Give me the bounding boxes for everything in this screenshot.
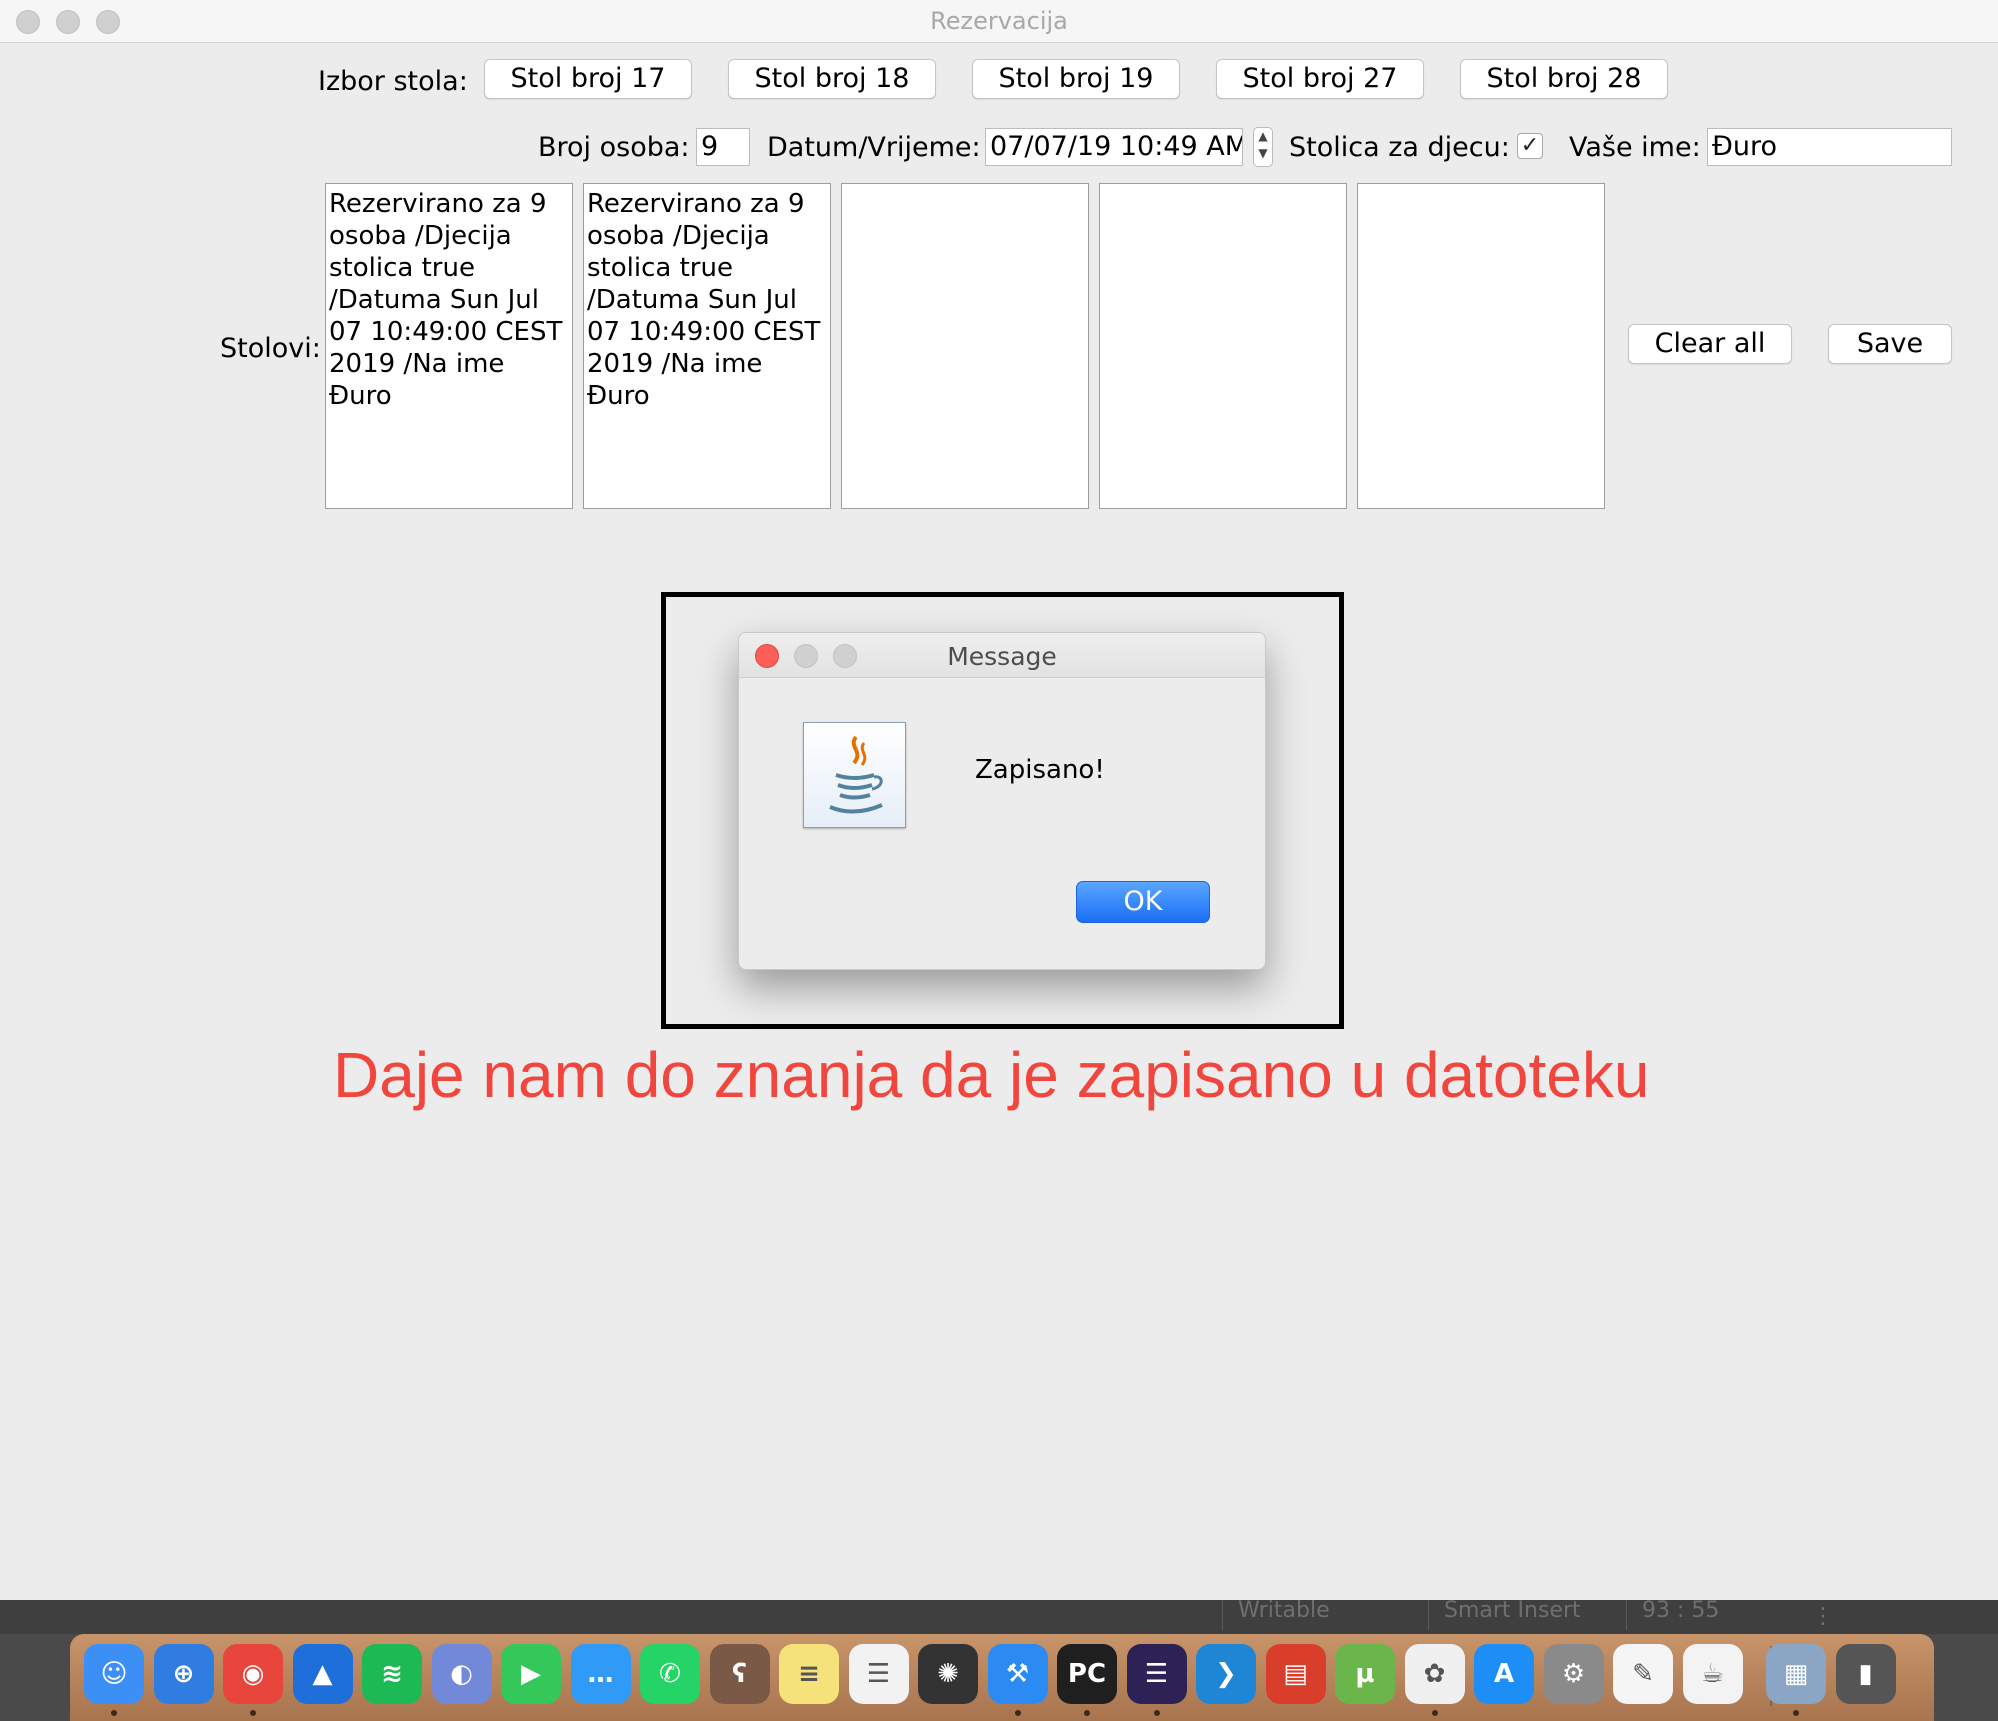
- java-icon: [803, 722, 906, 828]
- java-app-icon[interactable]: ☕: [1682, 1644, 1743, 1704]
- table-28-area[interactable]: [1357, 183, 1605, 509]
- window-title: Rezervacija: [930, 7, 1068, 35]
- notes-icon[interactable]: ≡: [779, 1644, 839, 1704]
- pycharm-icon[interactable]: PC: [1057, 1644, 1117, 1704]
- table-18-area[interactable]: Rezervirano za 9 osoba /Djecija stolica …: [583, 183, 831, 509]
- reminders-icon[interactable]: ☰: [848, 1644, 909, 1704]
- downloads-folder-icon[interactable]: ▦: [1766, 1644, 1826, 1704]
- textedit-icon[interactable]: ✎: [1613, 1644, 1673, 1704]
- persons-label: Broj osoba:: [538, 132, 690, 163]
- status-position: 93 : 55: [1642, 1598, 1720, 1623]
- dock-running-indicator: [111, 1710, 117, 1716]
- clear-all-button[interactable]: Clear all: [1628, 324, 1792, 364]
- annotation-caption: Daje nam do znanja da je zapisano u dato…: [333, 1039, 1650, 1111]
- dock-running-indicator: [250, 1710, 256, 1716]
- status-separator: [1428, 1600, 1429, 1630]
- tables-label: Stolovi:: [220, 333, 321, 364]
- spotify-icon[interactable]: ≋: [362, 1644, 422, 1704]
- dock: ☺ ⊕ ◉ ▲ ≋ ◐ ▶… ✆ ʕ ≡ ☰ ✺ ⚒ PC ☰ ❯ ▤ µ ✿ A ⚙ ✎ ☕ ▦ ▮: [70, 1634, 1934, 1721]
- chrome-icon[interactable]: ◉: [223, 1644, 283, 1704]
- popcorn-time-icon[interactable]: ▤: [1265, 1644, 1326, 1704]
- status-mode: Writable: [1238, 1598, 1330, 1623]
- finder-icon[interactable]: ☺: [84, 1644, 144, 1704]
- name-field[interactable]: Đuro: [1707, 128, 1952, 166]
- background-statusbar: Writable Smart Insert 93 : 55 ⋮: [0, 1598, 1998, 1634]
- bear-icon[interactable]: ʕ: [709, 1644, 770, 1704]
- save-button[interactable]: Save: [1828, 324, 1952, 364]
- dialog-titlebar[interactable]: Message: [739, 633, 1265, 678]
- table-27-button[interactable]: Stol broj 27: [1216, 59, 1424, 99]
- messages-icon[interactable]: …: [570, 1644, 631, 1704]
- system-preferences-icon[interactable]: ⚙: [1543, 1644, 1604, 1704]
- xcode-icon[interactable]: ⚒: [987, 1644, 1048, 1704]
- aperture-icon[interactable]: ✺: [918, 1644, 978, 1704]
- datetime-spinner[interactable]: ▲ ▼: [1253, 127, 1273, 167]
- message-dialog: Message Zapisano! OK: [738, 632, 1266, 970]
- dialog-message: Zapisano!: [975, 755, 1105, 785]
- status-more-icon[interactable]: ⋮: [1812, 1604, 1834, 1629]
- persons-field[interactable]: 9: [696, 128, 750, 166]
- table-17-button[interactable]: Stol broj 17: [484, 59, 692, 99]
- whatsapp-icon[interactable]: ✆: [640, 1644, 700, 1704]
- dock-running-indicator: [1084, 1710, 1090, 1716]
- ok-button[interactable]: OK: [1076, 881, 1210, 923]
- child-seat-label: Stolica za djecu:: [1289, 132, 1510, 163]
- navigation-app-icon[interactable]: ▲: [292, 1644, 353, 1704]
- trash-icon[interactable]: ▮: [1835, 1644, 1896, 1704]
- dock-running-indicator: [1431, 1710, 1438, 1716]
- spinner-up-icon[interactable]: ▲: [1254, 128, 1272, 145]
- table-18-button[interactable]: Stol broj 18: [728, 59, 936, 99]
- datetime-label: Datum/Vrijeme:: [767, 132, 981, 163]
- table-27-area[interactable]: [1099, 183, 1347, 509]
- utorrent-icon[interactable]: µ: [1335, 1644, 1395, 1704]
- dock-running-indicator: [1014, 1710, 1021, 1716]
- photos-icon[interactable]: ✿: [1404, 1644, 1465, 1704]
- dock-running-indicator: [1153, 1710, 1160, 1716]
- main-window: Rezervacija Izbor stola: Stol broj 17 St…: [0, 0, 1998, 1600]
- child-seat-checkbox[interactable]: ✓: [1517, 133, 1543, 159]
- dock-running-indicator: [1793, 1710, 1799, 1716]
- status-insert: Smart Insert: [1444, 1598, 1581, 1623]
- facetime-icon[interactable]: ▶: [501, 1644, 561, 1704]
- app-store-icon[interactable]: A: [1474, 1644, 1534, 1704]
- spinner-down-icon[interactable]: ▼: [1254, 145, 1272, 162]
- datetime-field[interactable]: 07/07/19 10:49 AM: [985, 128, 1243, 166]
- table-19-area[interactable]: [841, 183, 1089, 509]
- window-titlebar[interactable]: Rezervacija: [0, 0, 1998, 43]
- safari-icon[interactable]: ⊕: [153, 1644, 214, 1704]
- status-separator: [1626, 1600, 1627, 1630]
- table-17-area[interactable]: Rezervirano za 9 osoba /Djecija stolica …: [325, 183, 573, 509]
- table-19-button[interactable]: Stol broj 19: [972, 59, 1180, 99]
- status-separator: [1222, 1600, 1223, 1630]
- eclipse-icon[interactable]: ☰: [1126, 1644, 1187, 1704]
- vscode-icon[interactable]: ❯: [1196, 1644, 1256, 1704]
- dialog-title: Message: [947, 642, 1057, 671]
- table-select-label: Izbor stola:: [318, 66, 468, 97]
- discord-icon[interactable]: ◐: [431, 1644, 492, 1704]
- name-label: Vaše ime:: [1569, 132, 1701, 163]
- table-28-button[interactable]: Stol broj 28: [1460, 59, 1668, 99]
